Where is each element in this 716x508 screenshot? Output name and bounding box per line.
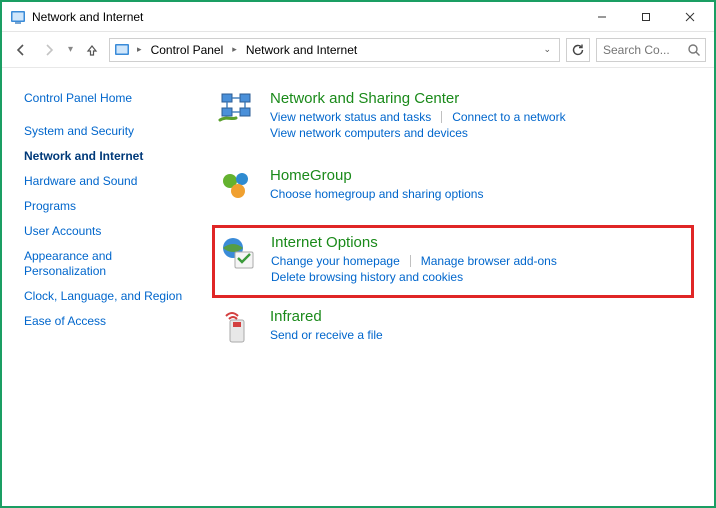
- link-connect-network[interactable]: Connect to a network: [452, 109, 565, 125]
- link-delete-history[interactable]: Delete browsing history and cookies: [271, 269, 463, 285]
- sidebar-item-system-security[interactable]: System and Security: [24, 119, 190, 144]
- search-input[interactable]: [601, 42, 684, 58]
- titlebar: Network and Internet: [2, 2, 714, 32]
- sidebar-item-network-internet[interactable]: Network and Internet: [24, 144, 190, 169]
- link-view-status[interactable]: View network status and tasks: [270, 109, 431, 125]
- category-internet-options: Internet Options Change your homepage Ma…: [212, 225, 694, 298]
- main-content: Network and Sharing Center View network …: [202, 68, 714, 506]
- category-body: Internet Options Change your homepage Ma…: [271, 234, 687, 285]
- category-title-infrared[interactable]: Infrared: [270, 308, 688, 325]
- address-bar: ▾ ▸ Control Panel ▸ Network and Internet…: [2, 32, 714, 68]
- category-title-internet-options[interactable]: Internet Options: [271, 234, 687, 251]
- chevron-right-icon[interactable]: ▸: [229, 44, 240, 55]
- category-infrared: Infrared Send or receive a file: [212, 300, 694, 364]
- back-button[interactable]: [10, 39, 32, 61]
- breadcrumb[interactable]: ▸ Control Panel ▸ Network and Internet ⌄: [109, 38, 560, 62]
- refresh-button[interactable]: [566, 38, 590, 62]
- sidebar-item-clock-language-region[interactable]: Clock, Language, and Region: [24, 284, 190, 309]
- link-divider: [410, 255, 411, 267]
- content-body: Control Panel Home System and Security N…: [2, 68, 714, 506]
- category-body: Infrared Send or receive a file: [270, 308, 688, 348]
- homegroup-icon: [218, 167, 258, 207]
- sidebar-item-hardware-sound[interactable]: Hardware and Sound: [24, 169, 190, 194]
- control-panel-small-icon: [114, 42, 130, 58]
- sidebar-item-ease-of-access[interactable]: Ease of Access: [24, 309, 190, 334]
- chevron-right-icon[interactable]: ▸: [134, 44, 145, 55]
- link-manage-addons[interactable]: Manage browser add-ons: [421, 253, 557, 269]
- up-button[interactable]: [81, 39, 103, 61]
- sidebar-item-programs[interactable]: Programs: [24, 194, 190, 219]
- minimize-button[interactable]: [580, 3, 624, 31]
- category-network-sharing: Network and Sharing Center View network …: [212, 82, 694, 157]
- sidebar-item-user-accounts[interactable]: User Accounts: [24, 219, 190, 244]
- search-icon: [687, 43, 701, 57]
- category-homegroup: HomeGroup Choose homegroup and sharing o…: [212, 159, 694, 223]
- link-send-receive-file[interactable]: Send or receive a file: [270, 327, 383, 343]
- breadcrumb-item[interactable]: Control Panel: [149, 43, 226, 57]
- control-panel-icon: [10, 9, 26, 25]
- category-body: Network and Sharing Center View network …: [270, 90, 688, 141]
- link-homegroup-options[interactable]: Choose homegroup and sharing options: [270, 186, 483, 202]
- window: Network and Internet ▾ ▸ Control Panel: [0, 0, 716, 508]
- forward-button[interactable]: [38, 39, 60, 61]
- recent-locations-dropdown[interactable]: ▾: [68, 44, 73, 55]
- sidebar: Control Panel Home System and Security N…: [2, 68, 202, 506]
- sidebar-item-appearance[interactable]: Appearance and Personalization: [24, 244, 190, 284]
- maximize-button[interactable]: [624, 3, 668, 31]
- breadcrumb-item[interactable]: Network and Internet: [244, 43, 359, 57]
- network-sharing-icon: [218, 90, 258, 130]
- close-button[interactable]: [668, 3, 712, 31]
- window-title: Network and Internet: [32, 10, 143, 24]
- category-body: HomeGroup Choose homegroup and sharing o…: [270, 167, 688, 207]
- internet-options-icon: [219, 234, 259, 274]
- category-title-homegroup[interactable]: HomeGroup: [270, 167, 688, 184]
- link-divider: [441, 111, 442, 123]
- category-title-network-sharing[interactable]: Network and Sharing Center: [270, 90, 688, 107]
- infrared-icon: [218, 308, 258, 348]
- breadcrumb-dropdown[interactable]: ⌄: [539, 44, 555, 55]
- sidebar-item-home[interactable]: Control Panel Home: [24, 86, 190, 111]
- link-change-homepage[interactable]: Change your homepage: [271, 253, 400, 269]
- search-box[interactable]: [596, 38, 706, 62]
- link-view-computers[interactable]: View network computers and devices: [270, 125, 468, 141]
